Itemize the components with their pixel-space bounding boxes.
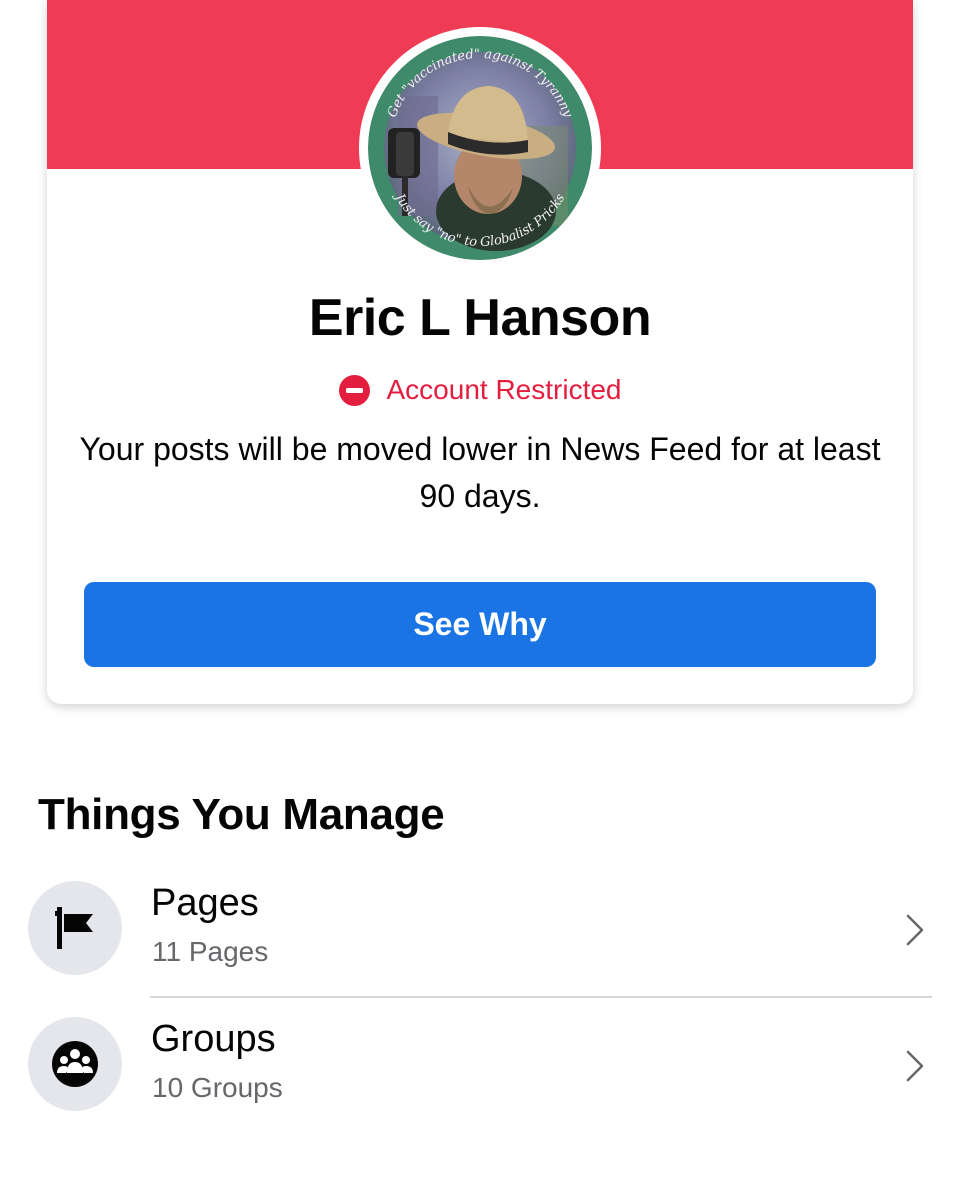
manage-item-title: Groups [151, 1018, 276, 1060]
account-status-label: Account Restricted [386, 374, 622, 405]
flag-icon-wrap [28, 881, 122, 975]
manage-item-subtitle: 11 Pages [152, 936, 269, 967]
flag-icon [55, 907, 93, 949]
account-status: Account Restricted [47, 372, 913, 408]
groups-icon-wrap [28, 1017, 122, 1111]
chevron-right-icon [906, 1050, 924, 1082]
groups-icon [52, 1041, 98, 1087]
avatar-image: Get "vaccinated" against Tyranny Just sa… [368, 36, 592, 260]
manage-item-pages[interactable]: Pages 11 Pages [0, 868, 960, 988]
manage-item-subtitle: 10 Groups [152, 1072, 283, 1103]
section-title: Things You Manage [38, 790, 445, 839]
avatar[interactable]: Get "vaccinated" against Tyranny Just sa… [368, 36, 592, 260]
avatar-frame[interactable]: Get "vaccinated" against Tyranny Just sa… [359, 27, 601, 269]
profile-name: Eric L Hanson [308, 289, 652, 347]
manage-item-groups[interactable]: Groups 10 Groups [0, 1004, 960, 1124]
see-why-button[interactable]: See Why [84, 582, 876, 667]
divider [150, 996, 932, 998]
profile-card: Get "vaccinated" against Tyranny Just sa… [47, 0, 913, 704]
restricted-icon [338, 374, 370, 406]
manage-item-title: Pages [151, 882, 259, 924]
restriction-message: Your posts will be moved lower in News F… [79, 431, 881, 514]
chevron-right-icon [906, 914, 924, 946]
